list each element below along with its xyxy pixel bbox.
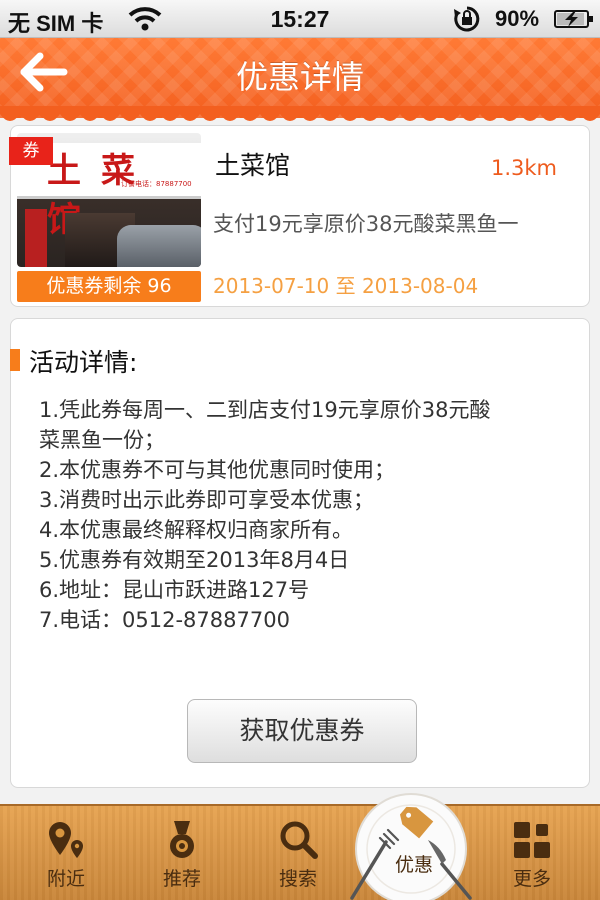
tab-more[interactable]: 更多 [474,806,590,900]
heading-marker [10,349,20,371]
tab-label: 搜索 [278,868,317,890]
search-icon [280,821,318,859]
shop-distance: 1.3km [490,156,557,180]
validity-period: 2013-07-10 至 2013-08-04 [213,274,479,298]
shop-card[interactable]: 土菜馆 订餐电话：87887700 券 优惠券剩余 96 土菜馆 1.3km 支… [9,125,590,307]
deal-description: 支付19元享原价38元酸菜黑鱼一 [213,212,519,236]
detail-line: 1.凭此券每周一、二到店支付19元享原价38元酸 [39,398,491,422]
grid-icon [514,822,550,858]
shop-sign-phone: 订餐电话：87887700 [121,180,192,188]
tab-label: 更多 [512,868,551,890]
detail-line: 5.优惠券有效期至2013年8月4日 [39,548,350,572]
tab-recommend[interactable]: 推荐 [124,806,240,900]
tab-label: 附近 [46,868,85,890]
shop-name: 土菜馆 [215,151,291,180]
tab-coupons[interactable] [346,786,476,900]
coupon-remaining-badge: 优惠券剩余 96 [17,271,201,302]
activity-details-list: 1.凭此券每周一、二到店支付19元享原价38元酸 菜黑鱼一份； 2.本优惠券不可… [39,395,569,635]
status-bar: 无 SIM 卡 15:27 90% [0,0,600,38]
photo-red-post [25,209,47,267]
tab-label: 推荐 [162,868,201,890]
photo-car [117,225,201,267]
rotation-lock-icon [454,6,480,32]
detail-line: 6.地址：昆山市跃进路127号 [39,578,310,602]
detail-line: 菜黑鱼一份； [39,428,165,452]
activity-details-heading: 活动详情: [29,348,138,377]
battery-percentage: 90% [495,6,540,31]
detail-line: 3.消费时出示此券即可享受本优惠； [39,488,375,512]
tab-search[interactable]: 搜索 [240,806,356,900]
location-pin-icon [49,822,83,858]
tab-bar: 附近 推荐 搜索 更多 [0,804,600,900]
detail-line: 7.电话：0512-87887700 [39,608,290,632]
activity-details-card: 活动详情: 1.凭此券每周一、二到店支付19元享原价38元酸 菜黑鱼一份； 2.… [10,318,590,788]
get-coupon-button[interactable]: 获取优惠券 [187,699,417,763]
battery-charging-icon [554,10,593,28]
page-title: 优惠详情 [235,58,364,96]
coupon-tag: 券 [9,137,53,165]
medal-icon [170,821,194,858]
detail-line: 4.本优惠最终解释权归商家所有。 [39,518,354,542]
tab-label: 优惠 [394,854,433,876]
detail-line: 2.本优惠券不可与其他优惠同时使用； [39,458,396,482]
tab-nearby[interactable]: 附近 [8,806,124,900]
nav-header: 优惠详情 [0,38,600,121]
